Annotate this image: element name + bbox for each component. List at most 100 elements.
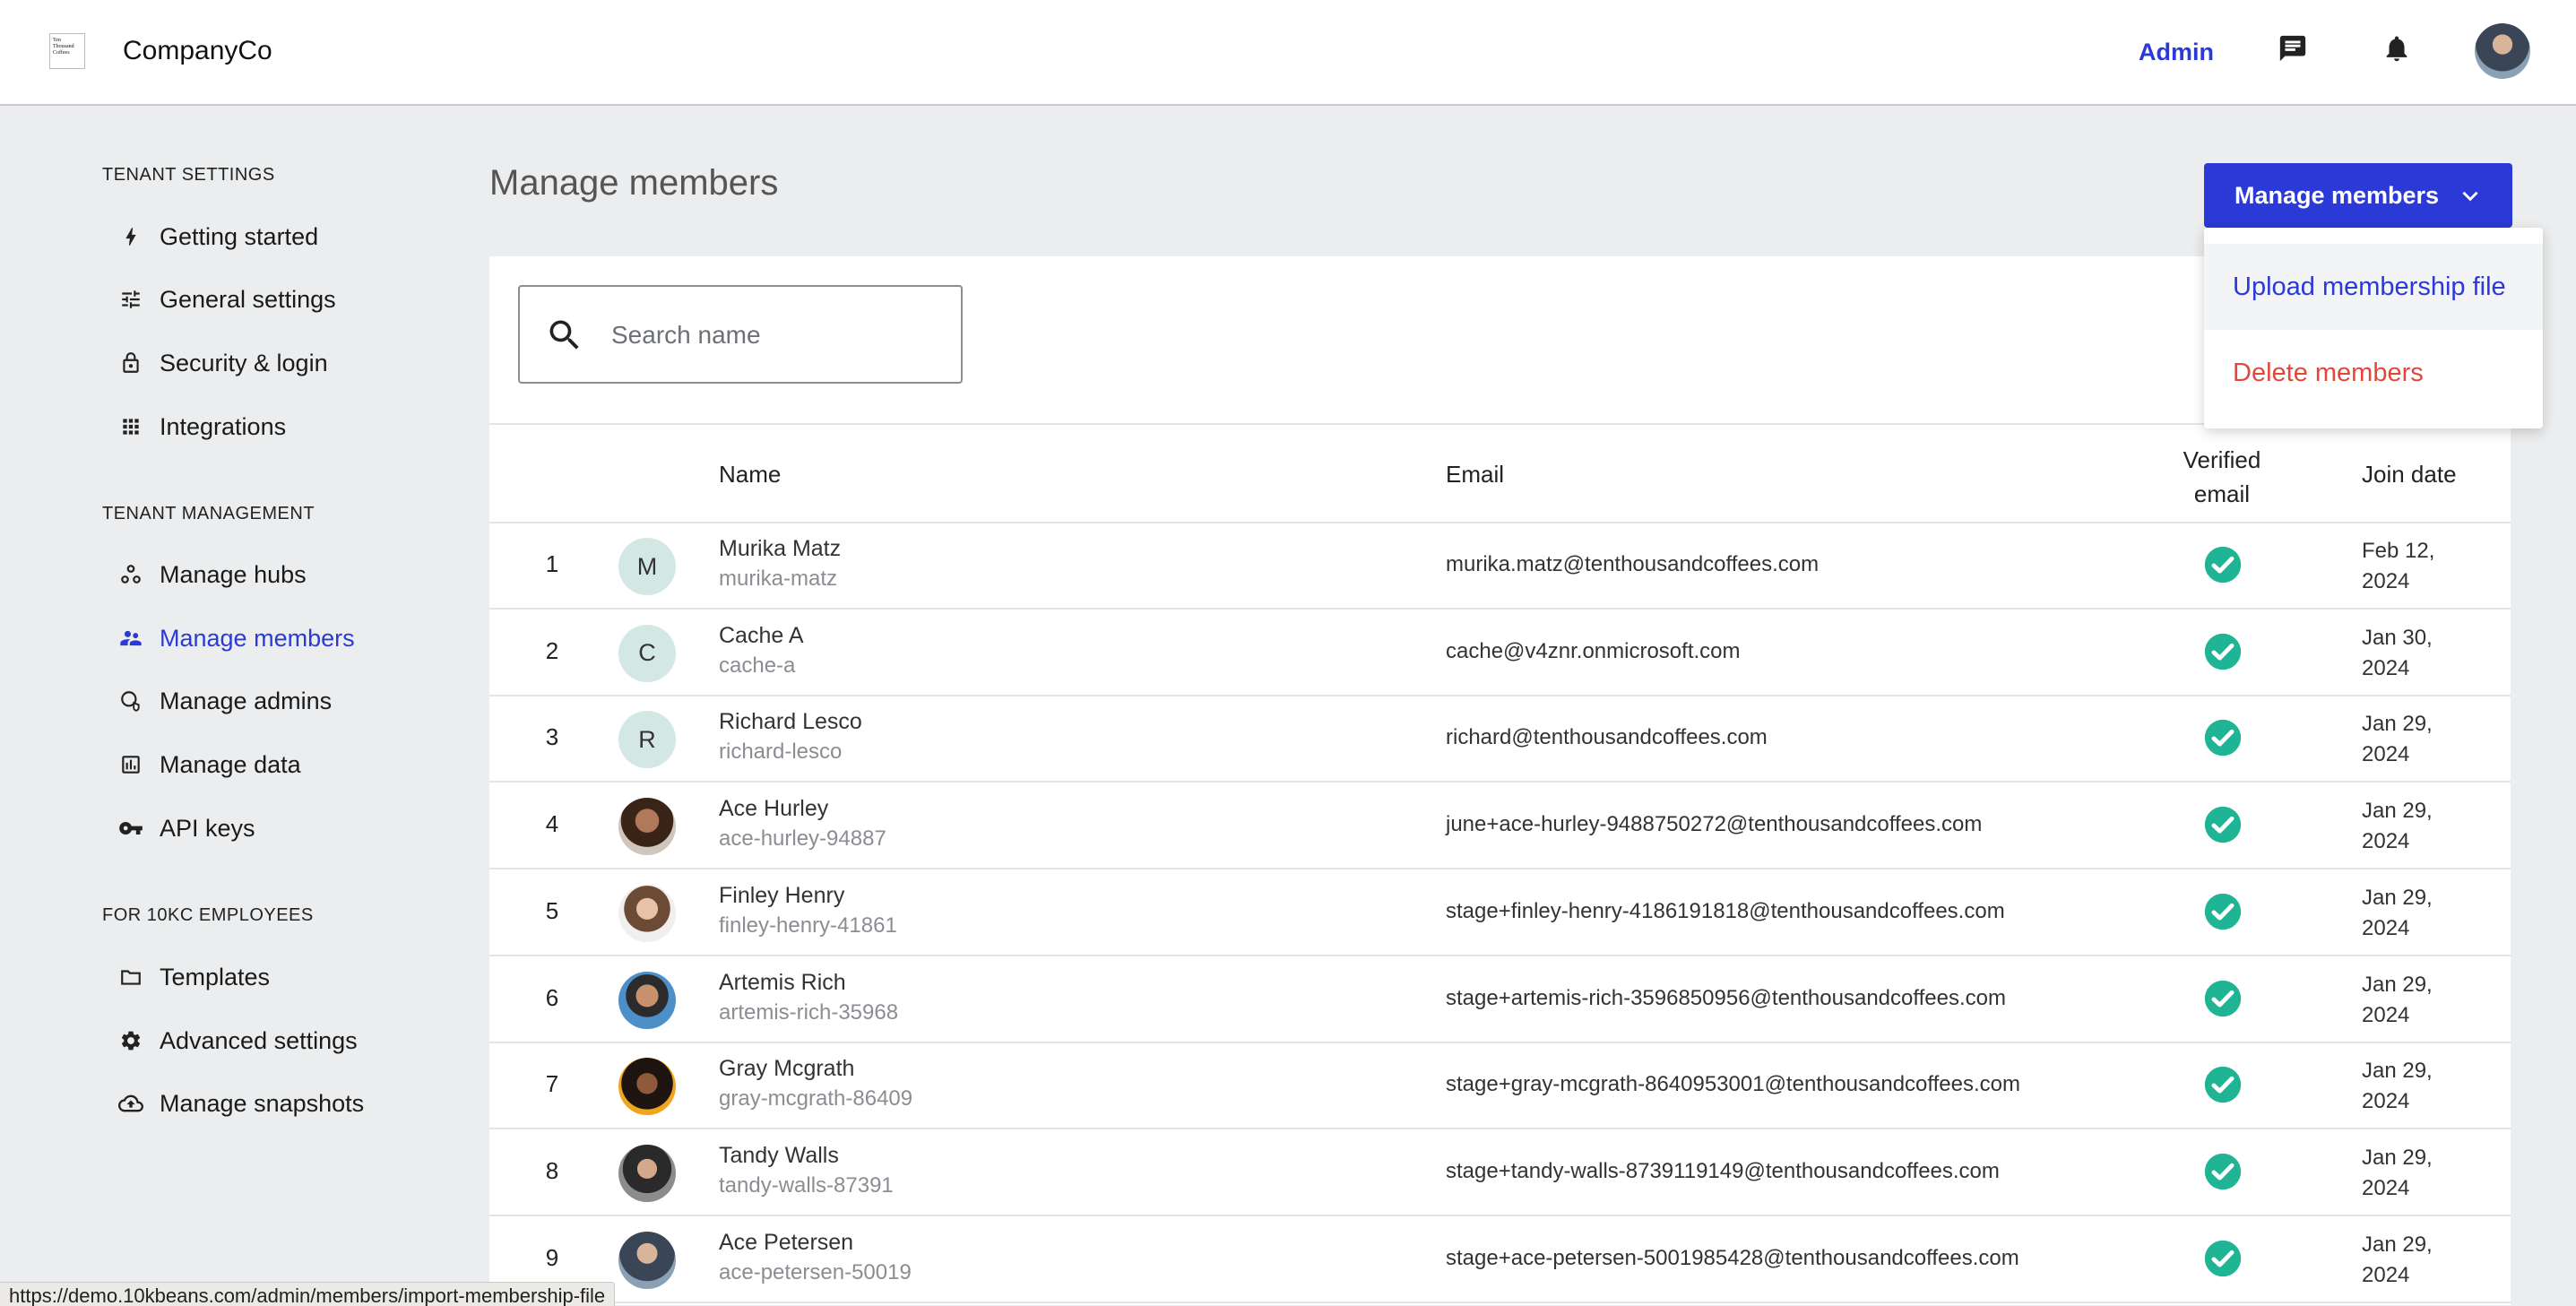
join-date: Jan 29, 2024 bbox=[2362, 972, 2433, 1027]
sidebar-item-label: Manage hubs bbox=[160, 560, 307, 588]
verified-check-icon bbox=[2203, 632, 2243, 676]
member-name[interactable]: Tandy Walls bbox=[719, 1143, 839, 1169]
manage-members-dropdown: Upload membership file Delete members bbox=[2204, 228, 2543, 428]
member-email: stage+tandy-walls-8739119149@tenthousand… bbox=[1446, 1158, 2000, 1183]
sidebar-item-label: API keys bbox=[160, 814, 255, 842]
member-avatar bbox=[618, 1231, 676, 1289]
top-header: Ten Thousand Coffees CompanyCo Admin bbox=[0, 0, 2576, 106]
sidebar-item-general-settings[interactable]: General settings bbox=[115, 274, 336, 324]
sidebar-item-templates[interactable]: Templates bbox=[115, 952, 270, 1002]
member-name[interactable]: Finley Henry bbox=[719, 883, 844, 909]
join-date: Jan 29, 2024 bbox=[2362, 1059, 2433, 1114]
sidebar-item-manage-admins[interactable]: Manage admins bbox=[115, 676, 332, 726]
member-email: stage+artemis-rich-3596850956@tenthousan… bbox=[1446, 985, 2006, 1010]
cloud-upload-icon bbox=[115, 1087, 147, 1120]
member-name[interactable]: Ace Hurley bbox=[719, 796, 828, 822]
manage-members-button-label: Manage members bbox=[2234, 181, 2440, 209]
row-number: 8 bbox=[545, 1156, 559, 1184]
verified-check-icon bbox=[2203, 1152, 2243, 1196]
member-name[interactable]: Cache A bbox=[719, 623, 804, 649]
sidebar-item-label: Manage snapshots bbox=[160, 1089, 365, 1117]
member-name[interactable]: Artemis Rich bbox=[719, 970, 846, 996]
column-header-verified-email[interactable]: Verified email bbox=[2164, 443, 2280, 511]
member-avatar bbox=[618, 1144, 676, 1202]
sidebar-item-advanced-settings[interactable]: Advanced settings bbox=[115, 1016, 358, 1066]
member-handle: cache-a bbox=[719, 653, 796, 678]
notifications-bell-icon[interactable] bbox=[2379, 30, 2415, 66]
member-handle: tandy-walls-87391 bbox=[719, 1172, 894, 1198]
company-name: CompanyCo bbox=[123, 36, 272, 65]
table-row[interactable]: 6 Artemis Rich artemis-rich-35968 stage+art… bbox=[489, 957, 2511, 1043]
member-email: stage+ace-petersen-5001985428@tenthousan… bbox=[1446, 1245, 2019, 1270]
member-name[interactable]: Richard Lesco bbox=[719, 709, 862, 735]
member-handle: ace-petersen-50019 bbox=[719, 1259, 912, 1284]
join-date: Jan 29, 2024 bbox=[2362, 799, 2433, 854]
row-number: 7 bbox=[545, 1070, 559, 1098]
search-field[interactable] bbox=[518, 285, 963, 384]
delete-members-option[interactable]: Delete members bbox=[2204, 330, 2543, 416]
verified-check-icon bbox=[2203, 1065, 2243, 1109]
row-number: 9 bbox=[545, 1243, 559, 1271]
verified-check-icon bbox=[2203, 545, 2243, 589]
sidebar-item-label: Getting started bbox=[160, 222, 319, 250]
table-row[interactable]: 9 Ace Petersen ace-petersen-50019 stage+ace… bbox=[489, 1217, 2511, 1303]
verified-check-icon bbox=[2203, 979, 2243, 1023]
sidebar-item-label: Manage data bbox=[160, 750, 301, 778]
table-row[interactable]: 5 Finley Henry finley-henry-41861 stage+fin… bbox=[489, 870, 2511, 956]
search-icon bbox=[545, 316, 584, 359]
sidebar-item-integrations[interactable]: Integrations bbox=[115, 402, 286, 452]
join-date: Feb 12, 2024 bbox=[2362, 539, 2435, 593]
table-row[interactable]: 7 Gray Mcgrath gray-mcgrath-86409 stage+gra… bbox=[489, 1043, 2511, 1130]
column-header-name[interactable]: Name bbox=[719, 461, 781, 489]
row-number: 4 bbox=[545, 810, 559, 838]
key-icon bbox=[115, 812, 147, 844]
user-avatar[interactable] bbox=[2475, 23, 2530, 79]
sidebar-item-label: Templates bbox=[160, 963, 271, 990]
section-title-tenant-settings: TENANT SETTINGS bbox=[102, 165, 275, 185]
member-handle: artemis-rich-35968 bbox=[719, 999, 899, 1025]
upload-membership-file-option[interactable]: Upload membership file bbox=[2204, 244, 2543, 330]
company-logo[interactable]: Ten Thousand Coffees bbox=[49, 33, 85, 69]
join-date: Jan 29, 2024 bbox=[2362, 1232, 2433, 1287]
table-row[interactable]: 2 C Cache A cache-a cache@v4znr.onmicrosoft.… bbox=[489, 610, 2511, 696]
row-number: 3 bbox=[545, 723, 559, 751]
manage-members-button[interactable]: Manage members bbox=[2204, 163, 2512, 228]
folder-icon bbox=[115, 961, 147, 993]
member-email: richard@tenthousandcoffees.com bbox=[1446, 725, 1768, 750]
sidebar-item-manage-hubs[interactable]: Manage hubs bbox=[115, 549, 307, 600]
member-name[interactable]: Murika Matz bbox=[719, 536, 841, 562]
table-row[interactable]: 4 Ace Hurley ace-hurley-94887 june+ace-hurl… bbox=[489, 783, 2511, 870]
table-header: Name Email Verified email Join date bbox=[489, 423, 2511, 523]
column-header-email[interactable]: Email bbox=[1446, 461, 1504, 489]
table-row[interactable]: 1 M Murika Matz murika-matz murika.matz@tent… bbox=[489, 523, 2511, 610]
sidebar-item-label: Integrations bbox=[160, 412, 287, 440]
sidebar-item-manage-snapshots[interactable]: Manage snapshots bbox=[115, 1078, 364, 1129]
member-email: cache@v4znr.onmicrosoft.com bbox=[1446, 638, 1741, 663]
sidebar-item-manage-members[interactable]: Manage members bbox=[115, 613, 355, 663]
member-handle: ace-hurley-94887 bbox=[719, 826, 886, 852]
admin-shield-icon bbox=[115, 685, 147, 717]
verified-check-icon bbox=[2203, 805, 2243, 849]
search-input[interactable] bbox=[609, 314, 945, 357]
sliders-icon bbox=[115, 283, 147, 316]
table-row[interactable]: 8 Tandy Walls tandy-walls-87391 stage+tandy… bbox=[489, 1130, 2511, 1216]
sidebar-item-security-login[interactable]: Security & login bbox=[115, 338, 328, 388]
table-row[interactable]: 3 R Richard Lesco richard-lesco richard@tent… bbox=[489, 696, 2511, 783]
section-title-10kc-employees: FOR 10KC EMPLOYEES bbox=[102, 905, 314, 925]
member-avatar bbox=[618, 884, 676, 942]
sidebar-item-manage-data[interactable]: Manage data bbox=[115, 739, 301, 790]
member-name[interactable]: Ace Petersen bbox=[719, 1230, 853, 1256]
sidebar-item-getting-started[interactable]: Getting started bbox=[115, 212, 318, 262]
sidebar-item-label: General settings bbox=[160, 285, 336, 313]
member-avatar bbox=[618, 798, 676, 856]
member-handle: finley-henry-41861 bbox=[719, 912, 897, 938]
admin-link[interactable]: Admin bbox=[2139, 39, 2214, 66]
messages-icon[interactable] bbox=[2275, 30, 2311, 66]
page-title: Manage members bbox=[489, 163, 779, 203]
row-number: 6 bbox=[545, 983, 559, 1011]
gear-icon bbox=[115, 1025, 147, 1057]
column-header-join-date[interactable]: Join date bbox=[2362, 461, 2457, 489]
sidebar-item-api-keys[interactable]: API keys bbox=[115, 803, 255, 853]
member-name[interactable]: Gray Mcgrath bbox=[719, 1056, 854, 1082]
member-avatar bbox=[618, 971, 676, 1029]
